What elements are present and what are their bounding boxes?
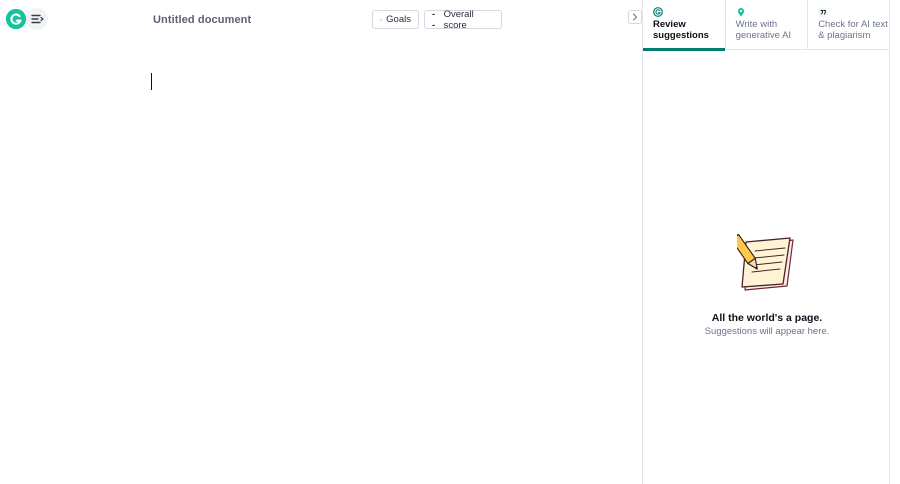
score-value: -- bbox=[432, 8, 436, 31]
grammarly-logo-icon bbox=[6, 9, 26, 29]
score-label: Overall score bbox=[443, 8, 474, 31]
location-pin-icon bbox=[737, 8, 744, 17]
menu-button[interactable] bbox=[26, 8, 48, 30]
tab-review-suggestions[interactable]: Review suggestions bbox=[643, 0, 726, 51]
goals-label: Goals bbox=[386, 14, 411, 25]
empty-state-title: All the world's a page. bbox=[711, 312, 823, 324]
chevron-right-icon bbox=[632, 13, 638, 21]
tab-check-ai-plagiarism[interactable]: Check for AI text & plagiarism bbox=[808, 0, 890, 50]
goals-button[interactable]: Goals bbox=[372, 10, 419, 29]
tab-check-ai-plagiarism-label: Check for AI text & plagiarism bbox=[818, 19, 888, 41]
assistant-sidebar: Review suggestions Write with generative… bbox=[642, 0, 890, 484]
tab-write-generative-ai-label: Write with generative AI bbox=[735, 19, 792, 41]
quote-icon bbox=[818, 7, 828, 17]
notepad-pencil-icon bbox=[737, 234, 794, 291]
grammarly-g-icon bbox=[653, 7, 663, 17]
overall-score-button[interactable]: -- Overall score bbox=[424, 8, 502, 31]
goals-target-icon bbox=[380, 18, 383, 21]
menu-lines-icon bbox=[31, 14, 44, 24]
tab-review-suggestions-label: Review suggestions bbox=[653, 19, 709, 41]
text-cursor[interactable] bbox=[151, 73, 152, 90]
tab-write-generative-ai[interactable]: Write with generative AI bbox=[726, 0, 809, 50]
document-title[interactable]: Untitled document bbox=[153, 14, 251, 26]
sidebar-tabs: Review suggestions Write with generative… bbox=[643, 0, 890, 51]
grammarly-logo-button[interactable] bbox=[6, 9, 26, 29]
collapse-sidebar-button[interactable] bbox=[628, 10, 642, 24]
empty-state-subtitle: Suggestions will appear here. bbox=[704, 326, 830, 337]
